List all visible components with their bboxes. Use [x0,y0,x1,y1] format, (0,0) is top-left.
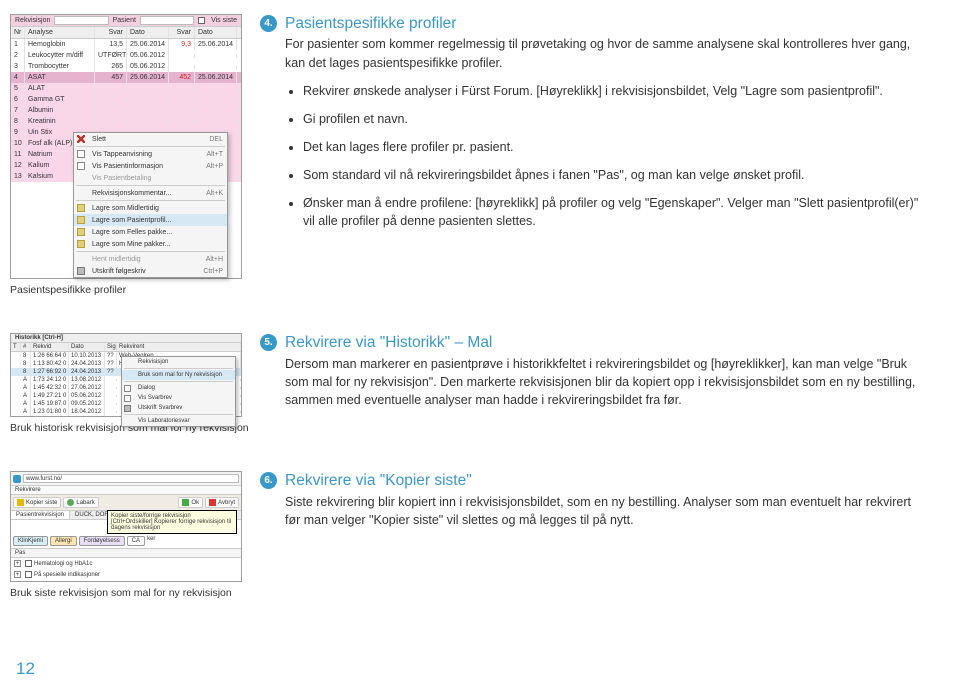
tree-checkbox[interactable] [25,560,32,567]
tree-item[interactable]: +Hematologi og HbA1c [11,558,241,569]
url-field[interactable]: www.furst.no/ [23,474,239,483]
section5-heading: Rekvirere via "Historikk" – Mal [285,333,492,352]
table-row[interactable]: 1Hemoglobin13,525.06.20149,325.06.2014 [11,39,241,50]
rekvisisjon-label: Rekvisisjon [15,17,50,24]
tree-checkbox[interactable] [25,571,32,578]
document-icon [77,150,85,158]
pas-label: Pas [11,548,241,558]
section6-number-badge: 6. [260,472,277,489]
cat-fordoyelse[interactable]: Fordøyelsess [79,536,125,546]
ctx-utskrift-svarbrev[interactable]: Utskrift Svarbrev [122,403,235,413]
thumb3-caption: Bruk siste rekvisisjon som mal for ny re… [10,586,250,600]
table-row[interactable]: 5ALAT [11,83,241,94]
ctx-bruk-som-mal[interactable]: Bruk som mal for Ny rekvisisjon [122,370,235,380]
document-icon [77,162,85,170]
section5-body: Dersom man markerer en pasientprøve i hi… [285,355,920,409]
avbryt-button[interactable]: Avbryt [205,497,239,508]
copy-icon [17,499,24,506]
bullet-item: Som standard vil nå rekvireringsbildet å… [303,166,920,184]
tab-pasientrekvisisjon[interactable]: Pasientrekvisisjon [11,511,70,519]
kopier-siste-screenshot: www.furst.no/ Rekvirere Kopier siste Lab… [10,471,242,581]
save-icon [77,240,85,248]
section6-heading: Rekvirere via "Kopier siste" [285,471,472,490]
historikk-tab-label[interactable]: Historikk [Ctrl-H] [11,334,241,343]
save-icon [77,216,85,224]
historikk-header: T # Rekvid Dato Sign Rekvirent [11,343,241,352]
site-icon [13,475,21,483]
table-row[interactable]: 7Albumin [11,105,241,116]
vis-siste-checkbox[interactable] [198,17,205,24]
section4-heading: Pasientspesifikke profiler [285,14,456,33]
ok-button[interactable]: Ok [178,497,203,508]
cat-ca[interactable]: CA [127,536,145,546]
document-icon [124,395,131,402]
save-icon [77,204,85,212]
expand-icon[interactable]: + [14,571,21,578]
pasient-field[interactable] [140,16,194,25]
menu-slett[interactable]: SlettDEL [74,133,227,145]
menu-tappeanvisning[interactable]: Vis TappeanvisningAlt+T [74,148,227,160]
table-row[interactable]: 3Trombocytter26505.06.2012 [11,61,241,72]
table-row[interactable]: 6Gamma GT [11,94,241,105]
rekvirere-section-label: Rekvirere [11,486,241,495]
tree-item[interactable]: +På spesielle indikasjoner [11,569,241,580]
section4-number-badge: 4. [260,15,277,32]
menu-rekvisisjonskommentar[interactable]: Rekvisisjonskommentar...Alt+K [74,187,227,199]
vis-siste-label: Vis siste [211,17,237,24]
section4-intro: For pasienter som kommer regelmessig til… [285,35,920,71]
menu-lagre-midlertidig[interactable]: Lagre som Midlertidig [74,202,227,214]
section5-number-badge: 5. [260,334,277,351]
menu-pasientbetaling: Vis Pasientbetaling [74,172,227,184]
context-menu: SlettDEL Vis TappeanvisningAlt+T Vis Pas… [73,132,228,278]
table-row[interactable]: 8Kreatinin [11,116,241,127]
cancel-icon [209,499,216,506]
kopier-siste-tooltip: Kopier siste/forrige rekvisisjon [Ctrl+O… [107,510,237,534]
bullet-item: Det kan lages flere profiler pr. pasient… [303,138,920,156]
section4-bullets: Rekvirer ønskede analyser i Fürst Forum.… [285,82,920,231]
delete-icon [77,135,85,143]
menu-lagre-mine[interactable]: Lagre som Mine pakker... [74,238,227,250]
profiles-screenshot: Rekvisisjon Pasient Vis siste Nr Analyse… [10,14,242,279]
bullet-item: Rekvirer ønskede analyser i Fürst Forum.… [303,82,920,100]
table-row[interactable]: 2Leukocytter m/diffUTFØRT05.06.2012 [11,50,241,61]
expand-icon[interactable]: + [14,560,21,567]
ctx-vis-svarbrev[interactable]: Vis Svarbrev [122,393,235,403]
menu-utskrift[interactable]: Utskrift følgeskrivCtrl+P [74,265,227,277]
bullet-item: Gi profilen et navn. [303,110,920,128]
page-number: 12 [16,659,35,679]
kopier-siste-button[interactable]: Kopier siste [13,497,61,508]
aker-fragment: ker [147,536,155,546]
section6-body: Siste rekvirering blir kopiert inn i rek… [285,493,920,529]
ctx-vis-labsvar[interactable]: Vis Laboratoriesvar [122,416,235,426]
historikk-context-menu: Rekvisisjon Bruk som mal for Ny rekvisis… [121,356,236,427]
ctx-rekvisisjon[interactable]: Rekvisisjon [122,357,235,367]
menu-lagre-pasientprofil[interactable]: Lagre som Pasientprofil... [74,214,227,226]
menu-pasientinfo[interactable]: Vis PasientinformasjonAlt+P [74,160,227,172]
menu-lagre-felles[interactable]: Lagre som Felles pakke... [74,226,227,238]
table-row[interactable]: 4ASAT45725.06.201445225.06.2014 [11,72,241,83]
save-icon [77,228,85,236]
menu-hent-midlertidig: Hent midlertidigAlt+H [74,253,227,265]
cat-allergi[interactable]: Allergi [50,536,77,546]
print-icon [77,267,85,275]
rekvisisjon-field[interactable] [54,16,108,25]
labark-icon [67,499,74,506]
check-icon [182,499,189,506]
pasient-label: Pasient [113,17,136,24]
ctx-dialog[interactable]: Dialog [122,383,235,393]
thumb1-caption: Pasientspesifikke profiler [10,283,250,297]
labark-button[interactable]: Labark [63,497,98,508]
cat-klinkjemi[interactable]: KlinKjemi [13,536,48,546]
print-icon [124,405,131,412]
analysis-table-header: Nr Analyse Svar Dato Svar Dato [11,27,241,39]
historikk-screenshot: Historikk [Ctrl-H] T # Rekvid Dato Sign … [10,333,242,417]
document-icon [124,385,131,392]
bullet-item: Ønsker man å endre profilene: [høyreklik… [303,194,920,230]
